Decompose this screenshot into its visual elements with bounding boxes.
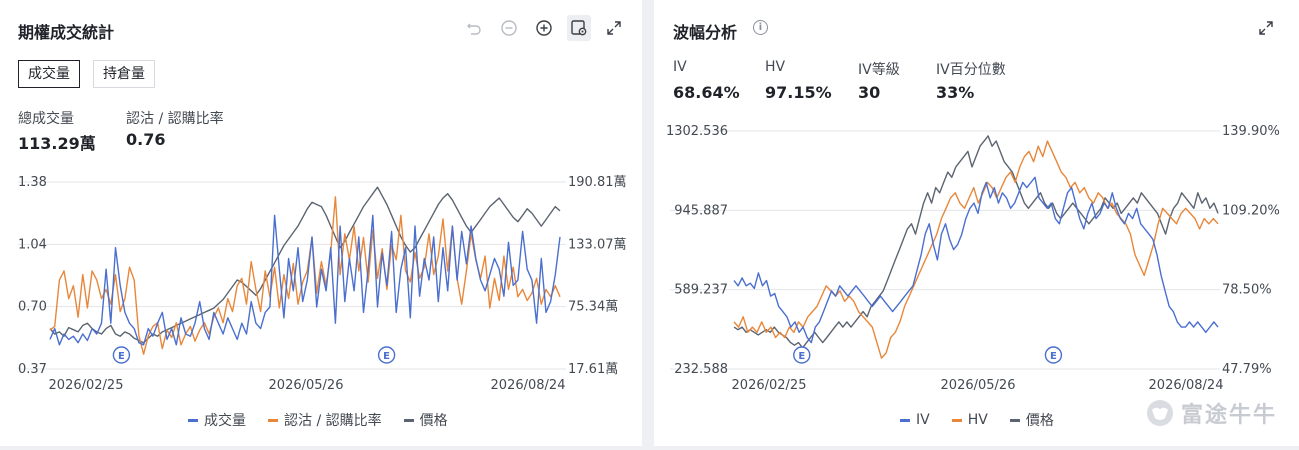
legend-swatch	[188, 418, 198, 422]
bull-logo-icon	[1146, 400, 1173, 426]
legend-swatch	[900, 418, 910, 422]
legend-swatch	[268, 418, 278, 422]
left-axis-tick-label: 589.237	[674, 283, 728, 298]
series-line	[733, 135, 1219, 349]
earnings-marker-label: E	[798, 351, 805, 362]
earnings-marker-label: E	[1050, 351, 1057, 362]
legend-label: 成交量	[204, 413, 246, 429]
legend-item-iv[interactable]: IV	[900, 410, 930, 430]
x-axis-tick-label: 2026/05/26	[269, 378, 344, 393]
volume-chart: 1.38 190.81萬 1.04 133.07萬 0.70 75.34萬 0.37 17.6…	[18, 175, 627, 393]
left-axis-tick-label: 0.37	[18, 362, 47, 377]
options-volume-panel: 期權成交統計 成交量 持倉量 總成交量 113.29萬 認沽 / 認購比率 0.…	[0, 0, 642, 446]
legend-label: 價格	[419, 413, 448, 429]
legend-item-put-call-ratio[interactable]: 認沽 / 認購比率	[268, 410, 382, 430]
legend-swatch	[1009, 418, 1020, 422]
legend-item-hv[interactable]: HV	[951, 410, 988, 430]
right-axis-tick-label: 109.20%	[1222, 203, 1280, 218]
legend-swatch	[951, 418, 962, 422]
chart-legend: 成交量 認沽 / 認購比率 價格	[188, 410, 448, 430]
right-axis-tick-label: 47.79%	[1222, 362, 1272, 377]
right-axis-tick-label: 190.81萬	[568, 175, 627, 190]
left-axis-tick-label: 232.588	[674, 362, 728, 377]
left-axis-tick-label: 1302.536	[666, 124, 728, 139]
earnings-marker-label: E	[383, 351, 390, 362]
legend-label: IV	[916, 412, 930, 428]
x-axis-tick-label: 2026/02/25	[49, 378, 124, 393]
right-axis-tick-label: 78.50%	[1222, 283, 1272, 298]
volatility-panel: 波幅分析 i IV 68.64% HV 97.15% IV等級 30 IV百分位…	[654, 0, 1299, 446]
right-axis-tick-label: 17.61萬	[568, 362, 618, 377]
series-line	[733, 140, 1219, 359]
right-axis-tick-label: 75.34萬	[568, 300, 618, 315]
legend-swatch	[403, 418, 414, 422]
series-line	[49, 214, 561, 346]
legend-label: HV	[967, 412, 988, 428]
legend-item-price[interactable]: 價格	[403, 410, 448, 430]
futu-watermark: 富途牛牛	[1145, 397, 1277, 429]
x-axis-tick-label: 2026/08/24	[491, 378, 566, 393]
left-axis-tick-label: 0.70	[18, 300, 47, 315]
series-line	[49, 196, 561, 355]
earnings-marker-label: E	[118, 351, 125, 362]
volatility-chart: 1302.536 139.90% 945.887 109.20% 589.237 78.5…	[666, 124, 1280, 393]
legend-item-volume[interactable]: 成交量	[188, 410, 246, 430]
watermark-text: 富途牛牛	[1180, 403, 1277, 428]
chart-legend: IV HV 價格	[900, 410, 1054, 430]
legend-item-price[interactable]: 價格	[1009, 410, 1054, 430]
right-axis-tick-label: 139.90%	[1222, 124, 1280, 139]
right-axis-tick-label: 133.07萬	[568, 237, 627, 252]
left-axis-tick-label: 1.38	[18, 175, 47, 190]
x-axis-tick-label: 2026/08/24	[1149, 378, 1224, 393]
x-axis-tick-label: 2026/05/26	[941, 378, 1016, 393]
left-axis-tick-label: 1.04	[18, 237, 47, 252]
left-axis-tick-label: 945.887	[674, 203, 728, 218]
legend-label: 認沽 / 認購比率	[284, 413, 382, 429]
legend-label: 價格	[1025, 413, 1054, 429]
x-axis-tick-label: 2026/02/25	[732, 378, 807, 393]
